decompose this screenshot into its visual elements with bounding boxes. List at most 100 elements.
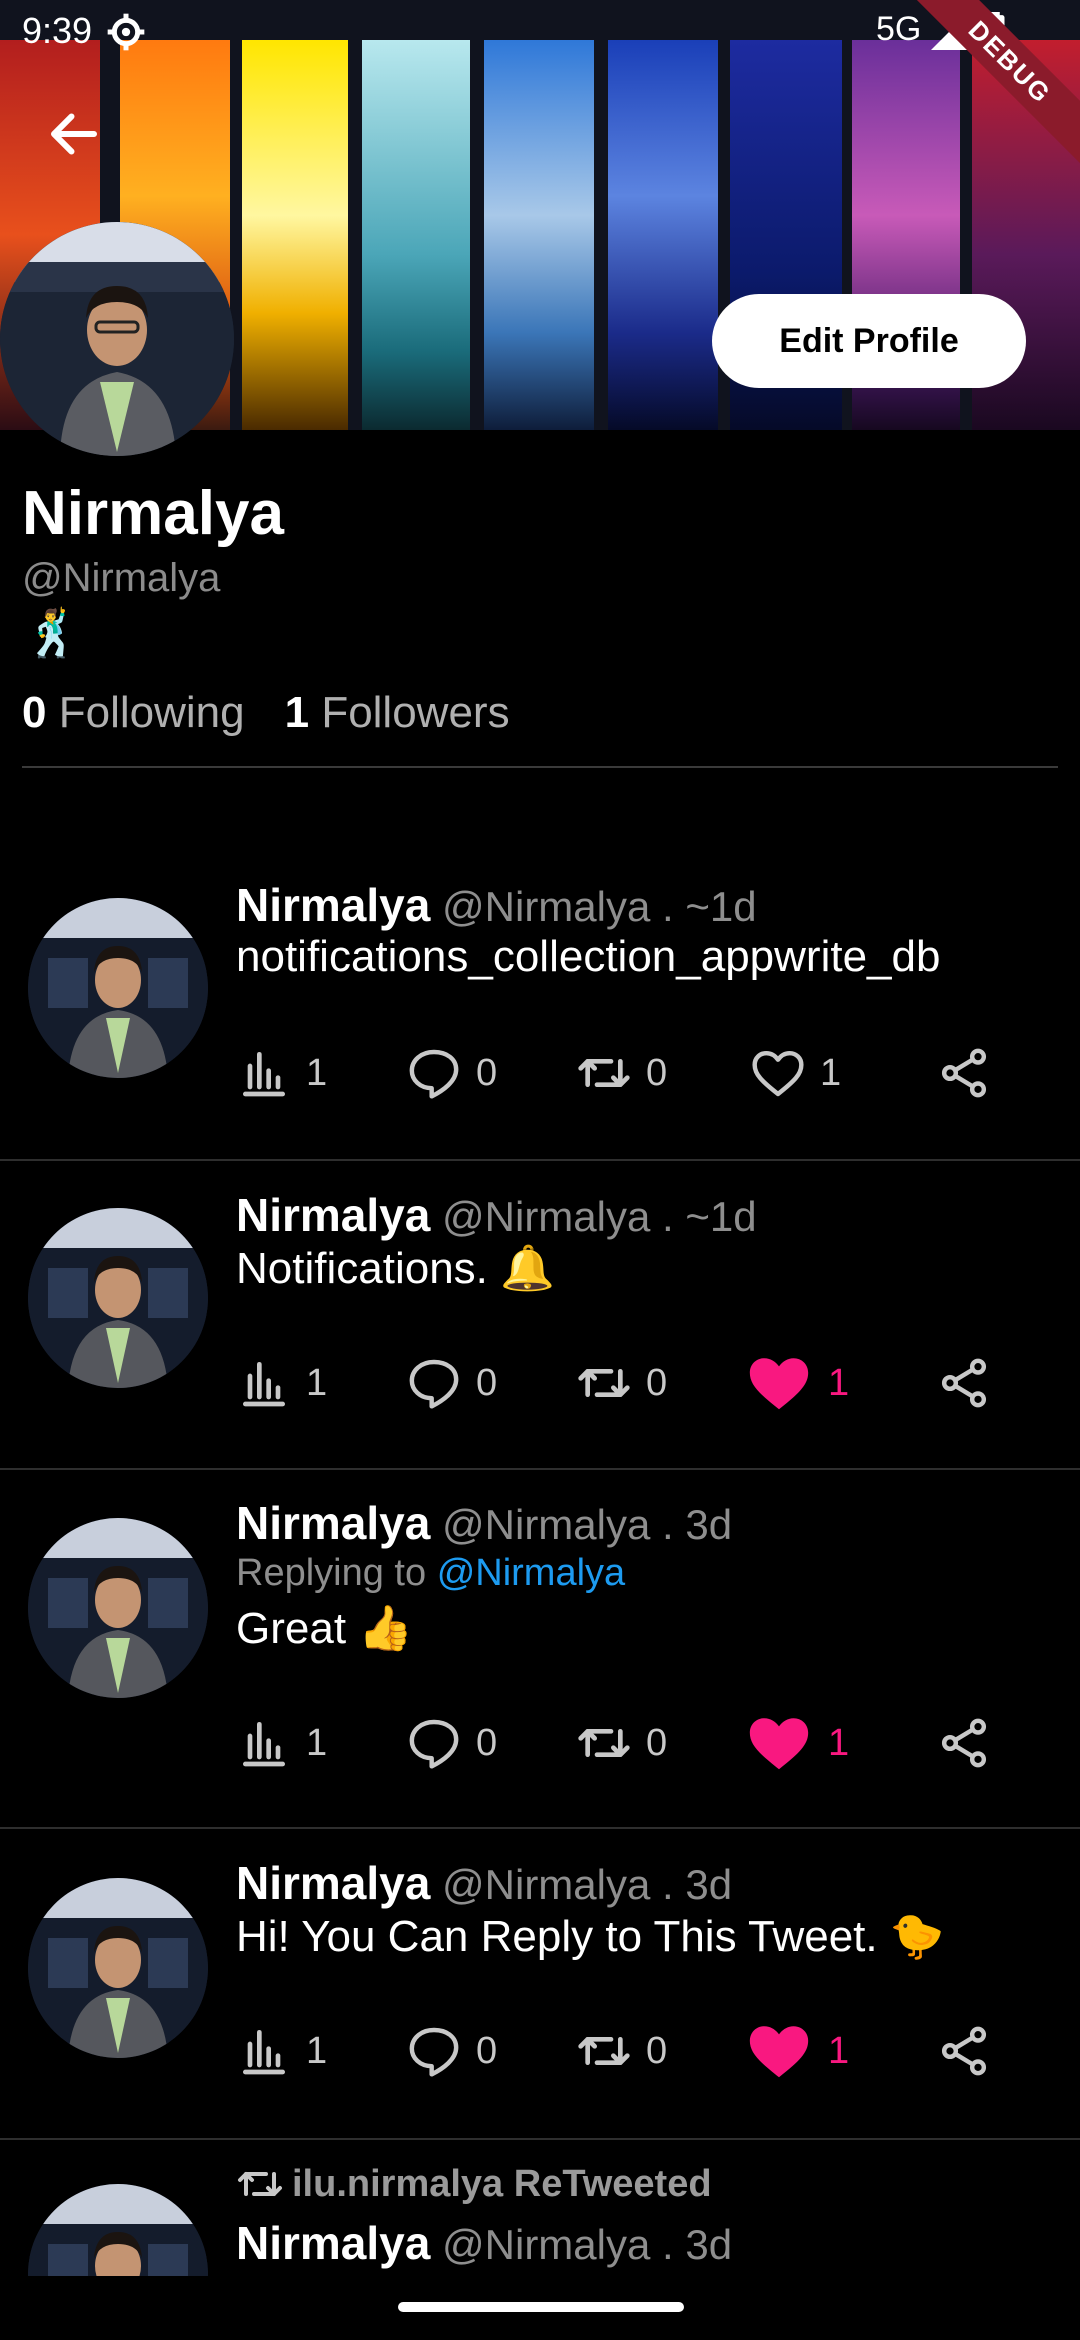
views-button[interactable]: 1 (236, 1038, 327, 1108)
tweet-avatar[interactable] (28, 1208, 208, 1388)
tweet-item[interactable]: Nirmalya @Nirmalya . 3d Hi! You Can Repl… (0, 1850, 1080, 2140)
retweet-button[interactable]: 0 (576, 1348, 667, 1418)
comment-button[interactable]: 0 (406, 1348, 497, 1418)
comment-icon (406, 1355, 462, 1411)
comment-button[interactable]: 0 (406, 1708, 497, 1778)
profile-handle: @Nirmalya (22, 556, 221, 600)
heart-filled-icon (744, 2016, 814, 2086)
profile-name: Nirmalya (22, 479, 284, 548)
followers-link[interactable]: 1 Followers (285, 688, 510, 737)
follow-stats: 0 Following 1 Followers (22, 688, 510, 738)
tweet-avatar[interactable] (28, 1878, 208, 2058)
tweet-meta: @Nirmalya . 3d (442, 1501, 733, 1548)
heart-icon (750, 1045, 806, 1101)
like-button[interactable]: 1 (744, 1348, 849, 1418)
comment-icon (406, 1715, 462, 1771)
following-label: Following (58, 688, 245, 737)
back-arrow-icon[interactable] (44, 104, 104, 164)
views-icon (236, 1045, 292, 1101)
like-count: 1 (828, 1361, 850, 1404)
tweet-header: Nirmalya @Nirmalya . ~1d (236, 878, 757, 932)
profile-divider (22, 766, 1058, 768)
retweet-button[interactable]: 0 (576, 1038, 667, 1108)
tweet-avatar[interactable] (28, 1518, 208, 1698)
tweet-author-name[interactable]: Nirmalya (236, 1497, 430, 1549)
share-icon (936, 2023, 992, 2079)
like-button[interactable]: 1 (744, 2016, 849, 2086)
share-button[interactable] (936, 1038, 1006, 1108)
tweet-header: Nirmalya @Nirmalya . 3d (236, 1496, 732, 1550)
tweet-author-name[interactable]: Nirmalya (236, 879, 430, 931)
followers-count: 1 (284, 688, 310, 737)
following-count: 0 (22, 688, 47, 737)
comment-button[interactable]: 0 (406, 1038, 497, 1108)
views-count: 1 (306, 1721, 328, 1764)
share-icon (936, 1355, 992, 1411)
tweet-actions: 1 0 0 1 (236, 1708, 1016, 1778)
retweet-icon (236, 2160, 284, 2208)
tweet-text: notifications_collection_appwrite_db (236, 932, 941, 981)
comment-button[interactable]: 0 (406, 2016, 497, 2086)
tweet-item[interactable]: Nirmalya @Nirmalya . ~1d notifications_c… (0, 870, 1080, 1160)
tweet-avatar[interactable] (28, 898, 208, 1078)
share-button[interactable] (936, 2016, 1006, 2086)
retweet-icon (576, 1355, 632, 1411)
tweet-author-name[interactable]: Nirmalya (236, 1189, 430, 1241)
followers-label: Followers (321, 688, 510, 737)
retweet-icon (576, 2023, 632, 2079)
tweet-divider (0, 1159, 1080, 1161)
following-link[interactable]: 0 Following (22, 688, 245, 737)
views-button[interactable]: 1 (236, 1348, 327, 1418)
retweet-icon (576, 1715, 632, 1771)
settings-gear-icon (107, 13, 145, 51)
like-button[interactable]: 1 (750, 1038, 841, 1108)
tweet-item[interactable]: ilu.nirmalya ReTweeted Nirmalya @Nirmaly… (0, 2156, 1080, 2276)
views-button[interactable]: 1 (236, 2016, 327, 2086)
like-count: 1 (828, 2029, 850, 2072)
comment-icon (406, 1045, 462, 1101)
tweet-meta: @Nirmalya . ~1d (442, 1193, 757, 1240)
tweet-meta: @Nirmalya . 3d (442, 2221, 733, 2268)
share-button[interactable] (936, 1708, 1006, 1778)
tweet-actions: 1 0 0 1 (236, 2016, 1016, 2086)
edit-profile-button[interactable]: Edit Profile (712, 294, 1026, 388)
heart-filled-icon (744, 1348, 814, 1418)
heart-filled-icon (744, 1708, 814, 1778)
views-count: 1 (306, 1361, 328, 1404)
comment-count: 0 (476, 1361, 498, 1404)
views-button[interactable]: 1 (236, 1708, 327, 1778)
share-icon (936, 1715, 992, 1771)
retweet-count: 0 (646, 2029, 668, 2072)
comment-count: 0 (476, 1051, 498, 1094)
reply-to-link[interactable]: @Nirmalya (437, 1552, 625, 1594)
like-count: 1 (820, 1051, 842, 1094)
tweet-header: Nirmalya @Nirmalya . 3d (236, 2216, 732, 2270)
comment-icon (406, 2023, 462, 2079)
retweet-button[interactable]: 0 (576, 1708, 667, 1778)
home-gesture-bar[interactable] (398, 2302, 684, 2312)
tweet-divider (0, 1827, 1080, 1829)
tweet-text: Hi! You Can Reply to This Tweet. 🐤 (236, 1912, 945, 1961)
tweet-author-name[interactable]: Nirmalya (236, 1857, 430, 1909)
tweet-divider (0, 1468, 1080, 1470)
tweet-item[interactable]: Nirmalya @Nirmalya . 3d Replying to @Nir… (0, 1490, 1080, 1830)
tweet-header: Nirmalya @Nirmalya . ~1d (236, 1188, 757, 1242)
tweet-actions: 1 0 0 1 (236, 1348, 1016, 1418)
profile-avatar[interactable] (0, 222, 234, 456)
retweet-indicator: ilu.nirmalya ReTweeted (236, 2160, 712, 2208)
retweet-count: 0 (646, 1721, 668, 1764)
like-button[interactable]: 1 (744, 1708, 849, 1778)
network-type: 5G (876, 10, 922, 48)
retweet-button[interactable]: 0 (576, 2016, 667, 2086)
tweet-avatar[interactable] (28, 2184, 208, 2276)
share-button[interactable] (936, 1348, 1006, 1418)
tweet-text: Great 👍 (236, 1604, 414, 1653)
retweet-count: 0 (646, 1361, 668, 1404)
retweet-count: 0 (646, 1051, 668, 1094)
status-time: 9:39 (22, 10, 93, 51)
comment-count: 0 (476, 1721, 498, 1764)
tweet-header: Nirmalya @Nirmalya . 3d (236, 1856, 732, 1910)
views-count: 1 (306, 2029, 328, 2072)
tweet-author-name[interactable]: Nirmalya (236, 2217, 430, 2269)
tweet-item[interactable]: Nirmalya @Nirmalya . ~1d Notifications. … (0, 1180, 1080, 1470)
